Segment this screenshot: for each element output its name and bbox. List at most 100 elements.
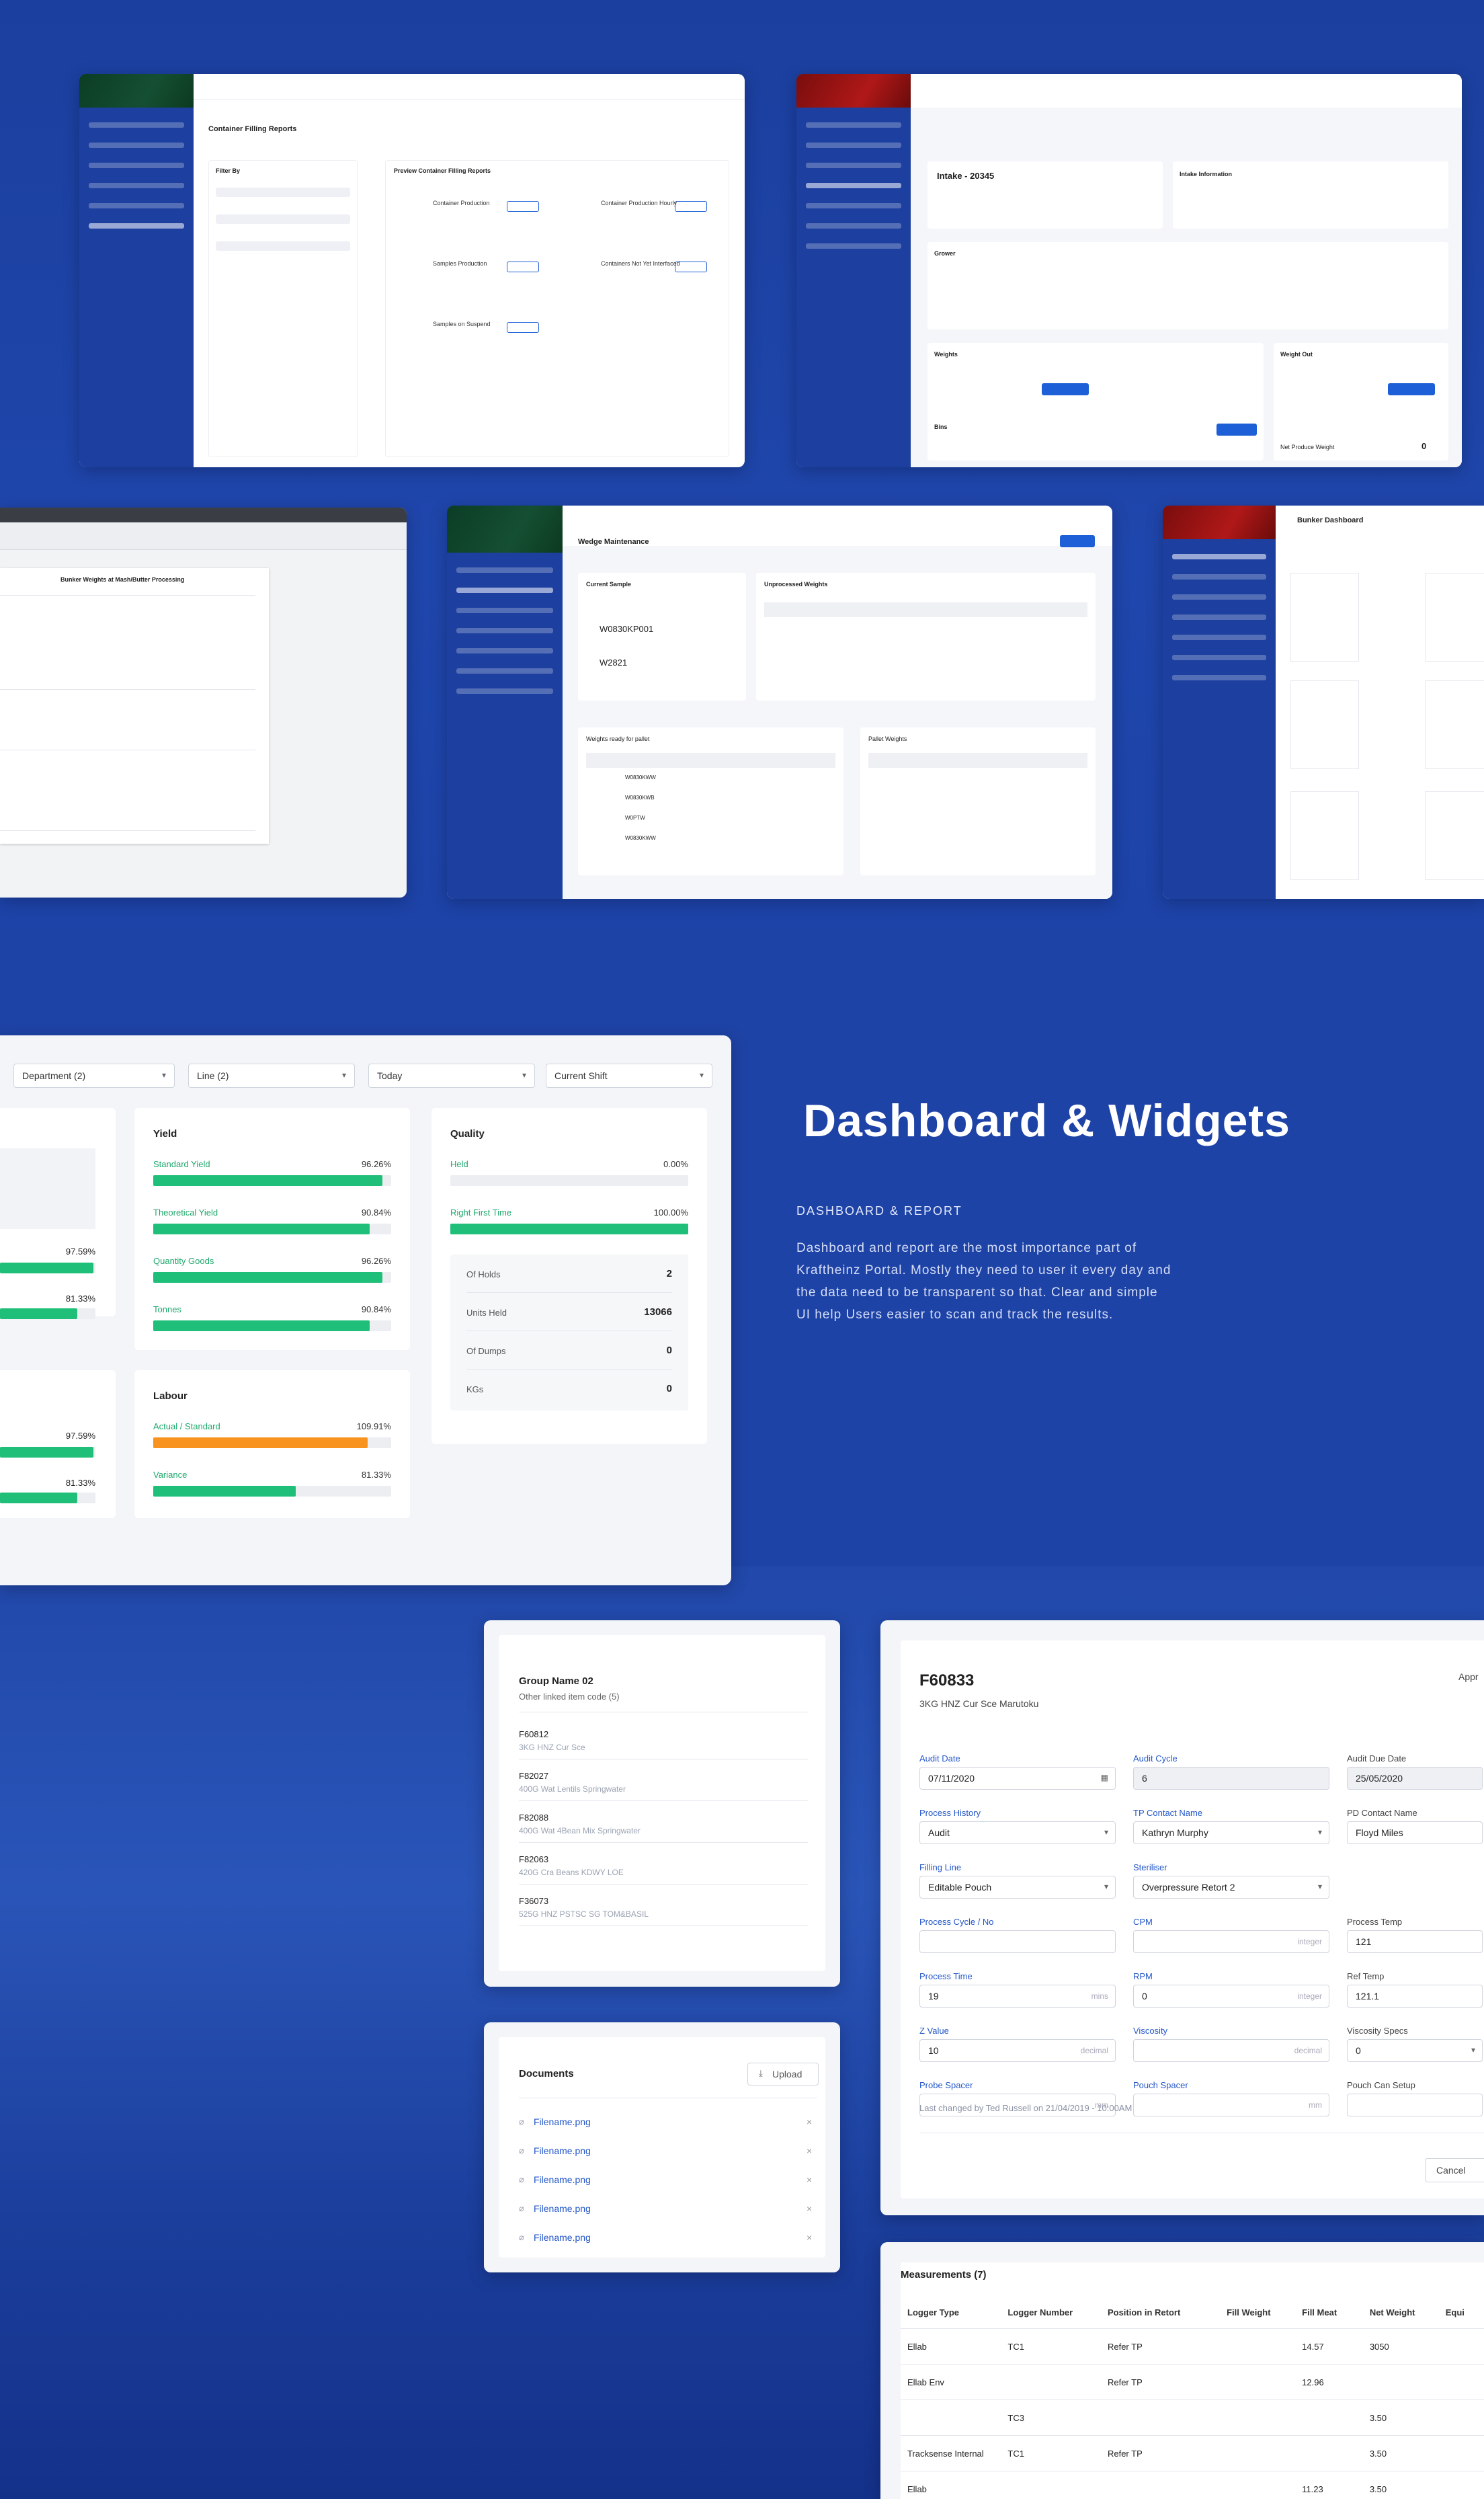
sidebar-item[interactable]	[806, 183, 901, 188]
remove-icon[interactable]: ×	[807, 2145, 812, 2156]
table-row[interactable]: TC3 3.50	[901, 2399, 1484, 2436]
table-cell: Refer TP	[1100, 2435, 1221, 2471]
documents-title: Documents	[519, 2068, 574, 2079]
document-link[interactable]: Filename.png	[534, 2145, 591, 2156]
column-header[interactable]: Logger Type	[901, 2296, 1001, 2329]
cancel-button[interactable]: Cancel	[1425, 2158, 1484, 2182]
document-link[interactable]: Filename.png	[534, 2203, 591, 2214]
sidebar-item[interactable]	[806, 203, 901, 208]
report-item[interactable]: Containers Not Yet Interfaced	[601, 260, 680, 267]
table-row[interactable]: Tracksense Internal TC1 Refer TP 3.50	[901, 2435, 1484, 2471]
add-bins-button[interactable]	[1217, 424, 1257, 436]
sidebar-item[interactable]	[806, 122, 901, 128]
form-field[interactable]	[919, 1930, 1116, 1953]
document-link[interactable]: Filename.png	[534, 2174, 591, 2185]
get-weight-button[interactable]	[1388, 383, 1435, 395]
audit-inner: F60833 3KG HNZ Cur Sce Marutoku Appr Aud…	[901, 1640, 1484, 2198]
preview-button[interactable]	[507, 201, 539, 212]
get-weight-button[interactable]	[1042, 383, 1089, 395]
filter-field[interactable]	[216, 214, 350, 224]
sidebar-item[interactable]	[89, 163, 184, 168]
report-item[interactable]: Samples on Suspend	[433, 321, 491, 327]
sidebar-item[interactable]	[456, 567, 553, 573]
sidebar-item[interactable]	[456, 648, 553, 653]
report-item[interactable]: Container Production	[433, 200, 490, 206]
measurements-title: Measurements (7)	[901, 2269, 987, 2280]
form-field[interactable]: 10 decimal	[919, 2039, 1116, 2062]
preview-button[interactable]	[507, 262, 539, 272]
sidebar-item[interactable]	[1172, 635, 1266, 640]
column-header[interactable]: Net Weight	[1362, 2296, 1439, 2329]
form-field[interactable]: 19 mins	[919, 1985, 1116, 2008]
sidebar-item[interactable]	[1172, 554, 1266, 559]
sidebar-item[interactable]	[89, 143, 184, 148]
form-field[interactable]: decimal	[1133, 2039, 1329, 2062]
report-item[interactable]: Samples Production	[433, 260, 487, 267]
sidebar-item[interactable]	[806, 223, 901, 229]
attachment-icon: ⌀	[519, 2174, 524, 2184]
line-filter[interactable]: Line (2) ▾	[188, 1064, 355, 1088]
sidebar-item[interactable]	[1172, 594, 1266, 600]
table-row[interactable]: Ellab TC1 Refer TP 14.57 3050	[901, 2328, 1484, 2365]
sidebar-item[interactable]	[806, 143, 901, 148]
shift-filter[interactable]: Current Shift ▾	[546, 1064, 712, 1088]
table-row[interactable]: Ellab 11.23 3.50	[901, 2471, 1484, 2499]
sidebar-item[interactable]	[806, 243, 901, 249]
sidebar-item[interactable]	[1172, 574, 1266, 580]
filter-field[interactable]	[216, 188, 350, 197]
table-row[interactable]: Ellab Env Refer TP 12.96	[901, 2364, 1484, 2400]
form-field[interactable]: 121.1	[1347, 1985, 1483, 2008]
last-changed: Last changed by Ted Russell on 21/04/201…	[919, 2103, 1132, 2113]
sidebar-item[interactable]	[89, 183, 184, 188]
form-field[interactable]: Editable Pouch ▾	[919, 1876, 1116, 1899]
column-header[interactable]: Fill Meat	[1295, 2296, 1363, 2329]
preview-button[interactable]	[675, 201, 707, 212]
form-field[interactable]	[1347, 2094, 1483, 2116]
sidebar-item[interactable]	[806, 163, 901, 168]
sidebar-item[interactable]	[1172, 675, 1266, 680]
unprocessed-title: Unprocessed Weights	[764, 581, 828, 588]
base-code-value: W2821	[600, 658, 628, 668]
filter-field[interactable]	[216, 241, 350, 251]
column-header[interactable]: Position in Retort	[1100, 2296, 1221, 2329]
sidebar-item[interactable]	[1172, 655, 1266, 660]
form-field[interactable]: mm	[1133, 2094, 1329, 2116]
column-header[interactable]: Fill Weight	[1220, 2296, 1296, 2329]
form-field[interactable]: 0 ▾	[1347, 2039, 1483, 2062]
document-link[interactable]: Filename.png	[534, 2116, 591, 2127]
department-filter[interactable]: Department (2) ▾	[13, 1064, 175, 1088]
sidebar-item[interactable]	[456, 668, 553, 674]
form-field[interactable]: 07/11/2020 ▦	[919, 1767, 1116, 1790]
form-field[interactable]: 121	[1347, 1930, 1483, 1953]
approve-label[interactable]: Appr	[1458, 1671, 1479, 1682]
upload-button[interactable]: ⤓ Upload	[747, 2063, 819, 2086]
column-header[interactable]: Equi	[1438, 2296, 1484, 2329]
sidebar-item[interactable]	[1172, 614, 1266, 620]
document-link[interactable]: Filename.png	[534, 2232, 591, 2243]
primary-button[interactable]	[1060, 535, 1095, 547]
form-field[interactable]: Overpressure Retort 2 ▾	[1133, 1876, 1329, 1899]
preview-button[interactable]	[507, 322, 539, 333]
report-item[interactable]: Container Production Hourly	[601, 200, 677, 206]
field-label: Viscosity Specs	[1347, 2026, 1408, 2036]
sidebar-item[interactable]	[456, 608, 553, 613]
sidebar-item[interactable]	[456, 688, 553, 694]
sidebar-item[interactable]	[89, 203, 184, 208]
form-field[interactable]: Kathryn Murphy ▾	[1133, 1821, 1329, 1844]
form-field[interactable]: Floyd Miles	[1347, 1821, 1483, 1844]
remove-icon[interactable]: ×	[807, 2203, 812, 2214]
remove-icon[interactable]: ×	[807, 2232, 812, 2243]
form-field[interactable]: Audit ▾	[919, 1821, 1116, 1844]
sidebar-item-reports[interactable]	[89, 223, 184, 229]
sidebar-item[interactable]	[456, 588, 553, 593]
item-code: F82063	[519, 1854, 549, 1864]
preview-button[interactable]	[675, 262, 707, 272]
column-header[interactable]: Logger Number	[1001, 2296, 1101, 2329]
sidebar-item[interactable]	[89, 122, 184, 128]
form-field[interactable]: 0 integer	[1133, 1985, 1329, 2008]
remove-icon[interactable]: ×	[807, 2116, 812, 2127]
sidebar-item[interactable]	[456, 628, 553, 633]
date-filter[interactable]: Today ▾	[368, 1064, 535, 1088]
form-field[interactable]: integer	[1133, 1930, 1329, 1953]
remove-icon[interactable]: ×	[807, 2174, 812, 2185]
